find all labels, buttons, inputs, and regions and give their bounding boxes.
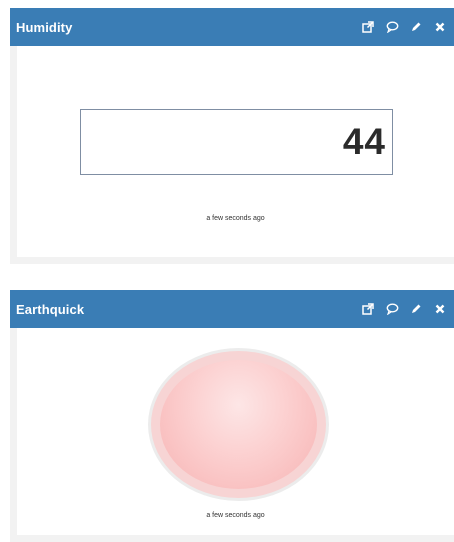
humidity-widget: Humidity 44 a few seconds ago — [10, 8, 454, 264]
external-link-icon[interactable] — [360, 301, 376, 317]
indicator-ring — [151, 351, 326, 498]
widget-body: a few seconds ago — [17, 328, 454, 535]
last-updated: a few seconds ago — [206, 512, 265, 519]
widget-title: Earthquick — [16, 301, 85, 317]
humidity-value: 44 — [342, 121, 386, 162]
widget-title: Humidity — [16, 19, 73, 35]
indicator-led — [148, 348, 329, 501]
widget-header: Humidity — [10, 8, 454, 46]
header-toolbar — [360, 8, 448, 46]
widget-header: Earthquick — [10, 290, 454, 328]
comment-icon[interactable] — [384, 301, 400, 317]
earthquick-widget: Earthquick a few seconds ago — [10, 290, 454, 542]
value-display: 44 — [80, 109, 393, 175]
external-link-icon[interactable] — [360, 19, 376, 35]
header-toolbar — [360, 290, 448, 328]
close-icon[interactable] — [432, 19, 448, 35]
pencil-icon[interactable] — [408, 301, 424, 317]
widget-body: 44 a few seconds ago — [17, 46, 454, 257]
indicator-light — [160, 360, 317, 489]
comment-icon[interactable] — [384, 19, 400, 35]
last-updated: a few seconds ago — [206, 215, 265, 222]
pencil-icon[interactable] — [408, 19, 424, 35]
close-icon[interactable] — [432, 301, 448, 317]
